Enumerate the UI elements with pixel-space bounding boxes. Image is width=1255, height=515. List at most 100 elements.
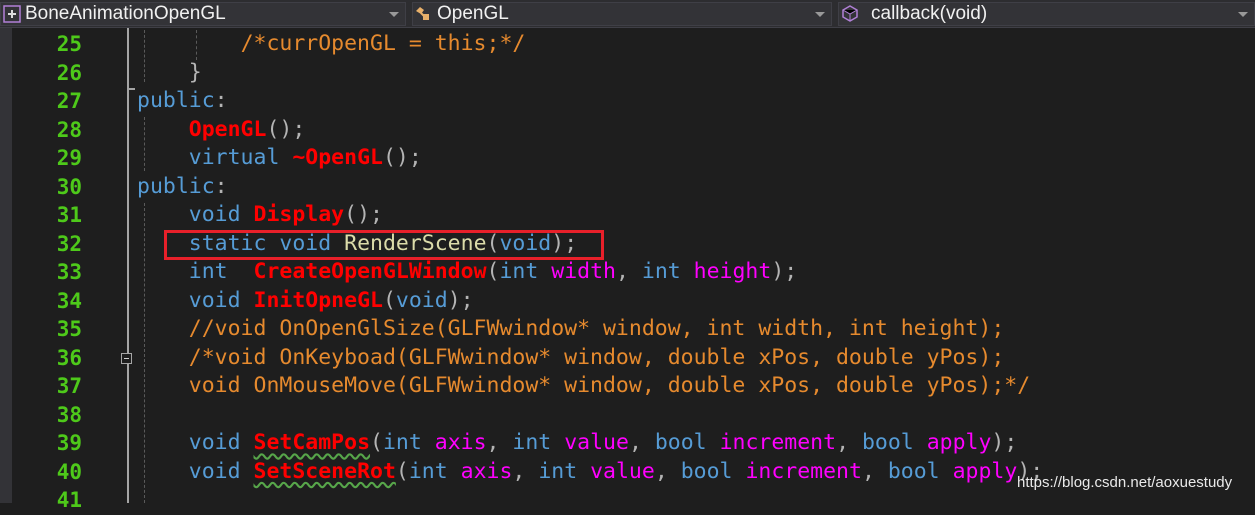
- line-number: 37: [56, 374, 82, 398]
- code-token: int: [512, 430, 565, 455]
- code-token: increment: [719, 430, 837, 455]
- code-line[interactable]: //void OnOpenGlSize(GLFWwindow* window, …: [137, 315, 1004, 344]
- code-line[interactable]: virtual ~OpenGL();: [137, 144, 422, 173]
- line-number: 25: [56, 32, 82, 56]
- code-token: :: [214, 173, 228, 199]
- code-line[interactable]: void InitOpneGL(void);: [137, 287, 474, 316]
- line-number: 34: [56, 288, 82, 313]
- code-token: apply: [926, 430, 992, 455]
- selection-margin: [0, 28, 12, 503]
- code-line[interactable]: void SetSceneRot(int axis, int value, bo…: [137, 458, 1043, 487]
- code-line[interactable]: void SetCamPos(int axis, int value, bool…: [137, 429, 1018, 458]
- code-token: ,: [615, 259, 642, 284]
- code-token: CreateOpenGLWindow: [253, 259, 487, 284]
- code-token: apply: [952, 458, 1018, 484]
- code-line[interactable]: void Display();: [137, 201, 383, 230]
- code-line[interactable]: void OnMouseMove(GLFWwindow* window, dou…: [137, 372, 1030, 401]
- member-dropdown[interactable]: callback(void): [838, 2, 1255, 26]
- line-number: 33: [56, 260, 82, 284]
- code-token: increment: [745, 458, 862, 484]
- code-token: width: [551, 259, 616, 284]
- code-line[interactable]: }: [137, 59, 202, 88]
- code-token: void: [188, 287, 254, 313]
- code-token: public: [137, 88, 215, 113]
- line-number: 31: [56, 203, 82, 227]
- code-token: (: [486, 259, 500, 284]
- project-dropdown[interactable]: BoneAnimationOpenGL: [0, 2, 406, 26]
- line-number: 30: [56, 174, 82, 199]
- line-number: 28: [56, 117, 82, 142]
- navigation-bar: BoneAnimationOpenGL OpenGL callback(void…: [0, 0, 1255, 28]
- code-line[interactable]: /*void OnKeyboad(GLFWwindow* window, dou…: [137, 344, 1004, 373]
- code-token: (: [370, 430, 383, 455]
- chevron-down-icon: [389, 12, 399, 17]
- project-icon: [3, 5, 21, 23]
- code-token: ,: [486, 430, 513, 455]
- line-number: 40: [56, 459, 82, 484]
- line-number: 39: [56, 431, 82, 455]
- code-token: void: [188, 202, 254, 227]
- line-number-gutter: 25 26 27 28 29 30 31 32 33 34 35 36 37 38 39 40 41: [12, 28, 82, 512]
- member-label: callback(void): [871, 3, 988, 24]
- code-token: public: [137, 173, 215, 199]
- code-token: /*currOpenGL = this;*/: [240, 31, 526, 56]
- project-label: BoneAnimationOpenGL: [25, 3, 226, 24]
- code-token: virtual: [188, 145, 293, 170]
- highlight-annotation-box: [164, 230, 604, 260]
- code-token: }: [188, 59, 202, 85]
- code-token: );: [991, 430, 1018, 455]
- code-token: void: [395, 287, 448, 313]
- code-token: int: [382, 430, 435, 455]
- line-number: 36: [56, 345, 82, 370]
- code-token: //void OnOpenGlSize(GLFWwindow* window, …: [188, 316, 1005, 341]
- code-token: axis: [460, 458, 513, 484]
- code-token: /*void OnKeyboad(GLFWwindow* window, dou…: [188, 344, 1005, 370]
- chevron-down-icon: [815, 12, 825, 17]
- code-token: height: [693, 259, 772, 284]
- code-line[interactable]: public:: [137, 173, 228, 202]
- scope-label: OpenGL: [437, 3, 509, 24]
- code-token: ~OpenGL: [292, 145, 383, 170]
- collapse-icon[interactable]: [121, 353, 132, 364]
- code-token: SetSceneRot: [253, 458, 396, 484]
- code-token: axis: [434, 430, 487, 455]
- code-token: bool: [654, 430, 720, 455]
- scope-dropdown[interactable]: OpenGL: [412, 2, 832, 26]
- method-icon: [842, 5, 858, 22]
- code-line[interactable]: public:: [137, 87, 228, 116]
- code-token: int: [538, 458, 591, 484]
- code-token: (: [382, 287, 396, 313]
- watermark: https://blog.csdn.net/aoxuestudy: [1017, 474, 1233, 491]
- line-number: 29: [56, 146, 82, 170]
- line-number: 38: [56, 402, 82, 427]
- code-token: ();: [382, 145, 422, 170]
- code-token: void: [188, 458, 254, 484]
- code-line[interactable]: /*currOpenGL = this;*/: [137, 30, 526, 59]
- code-token: OpenGL: [188, 116, 267, 142]
- code-token: int: [499, 259, 552, 284]
- line-number: 35: [56, 317, 82, 341]
- code-token: int: [641, 259, 694, 284]
- chevron-down-icon: [1238, 12, 1248, 17]
- class-icon: [416, 7, 429, 20]
- code-token: );: [771, 259, 798, 284]
- outlining-end-tick: [127, 88, 135, 90]
- code-token: SetCamPos: [253, 430, 371, 455]
- code-line[interactable]: OpenGL();: [137, 116, 306, 145]
- code-token: bool: [861, 430, 927, 455]
- code-token: int: [408, 458, 461, 484]
- code-token: bool: [887, 458, 953, 484]
- code-line[interactable]: int CreateOpenGLWindow(int width, int he…: [137, 258, 797, 287]
- code-token: value: [564, 430, 629, 455]
- line-number: 26: [56, 60, 82, 85]
